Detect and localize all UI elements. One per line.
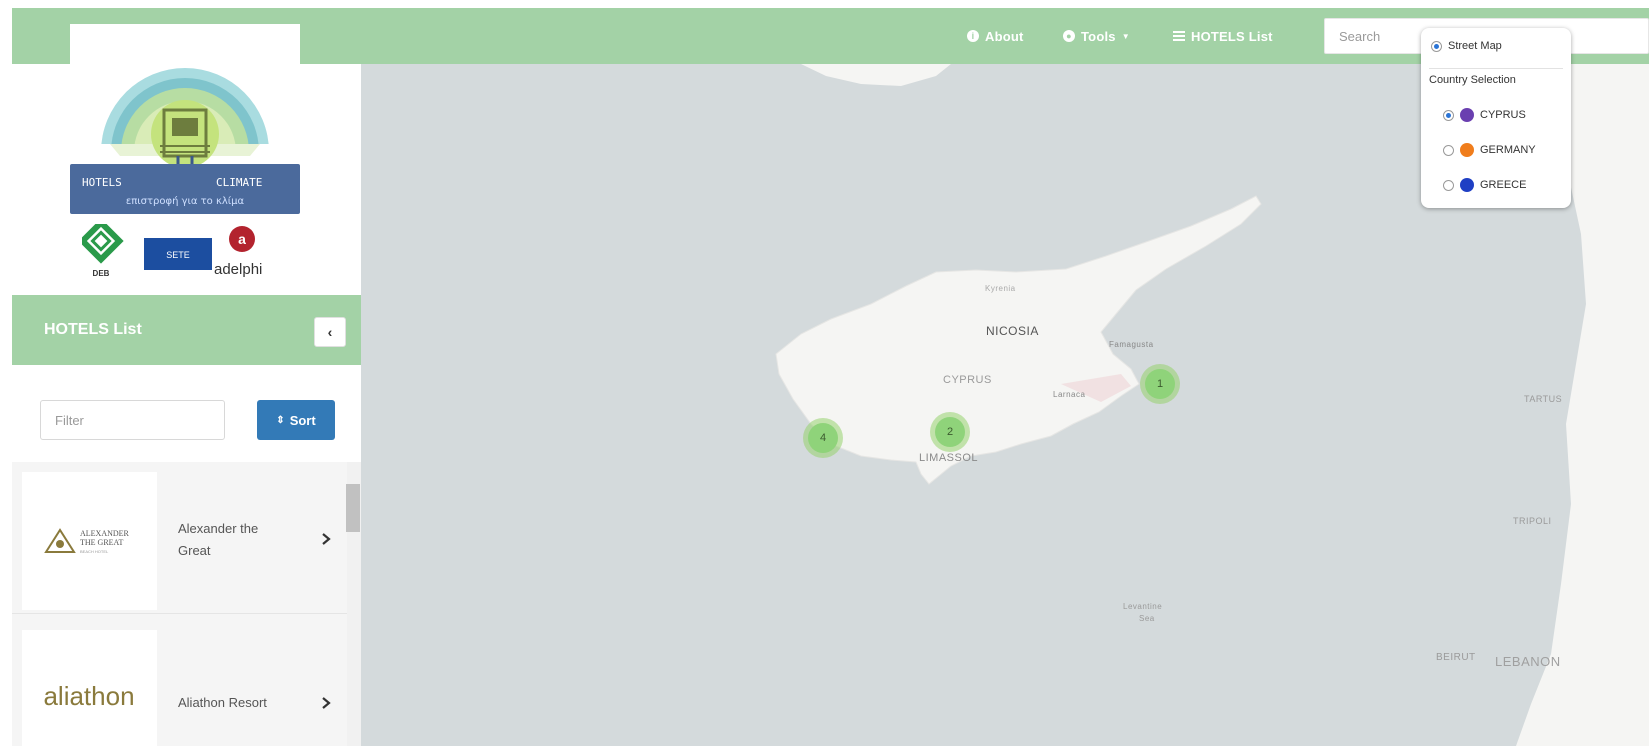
hotel-name: Aliathon Resort [178, 695, 267, 710]
nav-hotels-list[interactable]: HOTELS List [1173, 26, 1273, 46]
nav-about[interactable]: i About [967, 26, 1024, 46]
map-label-cyprus: CYPRUS [943, 374, 992, 386]
chevron-right-icon [322, 533, 331, 545]
hotel-list-scroll-thumb[interactable] [346, 484, 360, 532]
sort-button[interactable]: ⇕ Sort [257, 400, 335, 440]
country-label: GERMANY [1480, 144, 1536, 156]
greece-swatch [1460, 178, 1474, 192]
country-label: CYPRUS [1480, 109, 1526, 121]
caret-down-icon: ▼ [1121, 31, 1130, 41]
alexander-logo-line2: THE GREAT [80, 538, 123, 547]
sidebar-header: HOTELS List ‹ [12, 295, 361, 365]
map-label-famagusta: Famagusta [1109, 340, 1154, 349]
aliathon-logo-text: aliathon [43, 681, 134, 711]
country-option-greece[interactable]: GREECE [1443, 178, 1526, 192]
adelphi-label: adelphi [214, 261, 262, 278]
layer-control: Street Map Country Selection CYPRUS GERM… [1421, 28, 1571, 208]
cluster-count: 2 [935, 417, 965, 447]
collapse-sidebar-button[interactable]: ‹ [314, 317, 346, 347]
map-label-kyrenia: Kyrenia [985, 284, 1016, 293]
adelphi-logo: a adelphi [214, 226, 262, 278]
radio-street-map[interactable] [1431, 40, 1442, 52]
map-label-levantine-sea: Levantine [1123, 602, 1163, 611]
map-label-lebanon: LEBANON [1495, 654, 1561, 669]
list-icon [1173, 31, 1185, 41]
country-selection-label: Country Selection [1429, 74, 1516, 86]
nav-tools-label: Tools [1081, 28, 1116, 44]
layer-divider [1429, 68, 1563, 69]
hotel-list: ALEXANDER THE GREAT BEACH HOTEL Alexande… [12, 462, 361, 746]
street-map-option[interactable]: Street Map [1431, 40, 1502, 52]
sort-icon: ⇕ [276, 414, 285, 426]
logo-name-right: CLIMATE [216, 176, 262, 189]
street-map-label: Street Map [1448, 40, 1502, 52]
logo-tagline: επιστροφή για το κλίμα [126, 195, 245, 207]
map-label-tripoli: TRIPOLI [1513, 516, 1552, 526]
cluster-count: 4 [808, 423, 838, 453]
filter-input[interactable] [40, 400, 225, 440]
logo-name-left: HOTELS [82, 176, 122, 189]
sete-label: SETE [166, 250, 190, 260]
partner-logos: DEB SETE a adelphi [78, 218, 302, 284]
cyprus-swatch [1460, 108, 1474, 122]
chevron-right-icon [322, 697, 331, 709]
hotels-climate-logo: HOTELS CLIMATE επιστροφή για το κλίμα [70, 24, 300, 216]
map-label-larnaca: Larnaca [1053, 390, 1086, 399]
nav-hotels-list-label: HOTELS List [1191, 28, 1273, 44]
map-label-nicosia: NICOSIA [986, 324, 1039, 338]
country-label: GREECE [1480, 179, 1527, 191]
country-option-germany[interactable]: GERMANY [1443, 143, 1536, 157]
country-selection-heading: Country Selection [1429, 74, 1516, 86]
map-label-tartus: TARTUS [1524, 394, 1563, 404]
alexander-logo-line1: ALEXANDER [80, 529, 130, 538]
sort-label: Sort [289, 412, 316, 428]
germany-swatch [1460, 143, 1474, 157]
nav-about-label: About [985, 28, 1024, 44]
chevron-left-icon: ‹ [327, 324, 333, 340]
hotel-name: Alexander the Great [178, 521, 259, 558]
hotel-logo-aliathon: aliathon [22, 630, 157, 746]
map-label-limassol: LIMASSOL [919, 452, 979, 464]
marker-cluster[interactable]: 1 [1140, 364, 1180, 404]
country-option-cyprus[interactable]: CYPRUS [1443, 108, 1526, 122]
deb-logo: DEB [78, 218, 124, 278]
map-label-levantine-sea-2: Sea [1139, 614, 1155, 623]
hotel-list-item[interactable]: aliathon Aliathon Resort [12, 620, 347, 746]
hotel-logo-alexander: ALEXANDER THE GREAT BEACH HOTEL [22, 472, 157, 610]
sete-logo: SETE [144, 238, 212, 270]
radio-germany[interactable] [1443, 144, 1454, 156]
radio-greece[interactable] [1443, 179, 1454, 191]
sidebar: HOTELS CLIMATE επιστροφή για το κλίμα DE… [12, 24, 361, 746]
map-label-beirut: BEIRUT [1436, 652, 1476, 663]
nav-tools-dropdown[interactable]: ● Tools ▼ [1063, 26, 1130, 46]
marker-cluster[interactable]: 4 [803, 418, 843, 458]
alexander-logo-line3: BEACH HOTEL [80, 549, 109, 554]
sidebar-title: HOTELS List [44, 321, 142, 338]
radio-cyprus[interactable] [1443, 109, 1454, 121]
svg-text:a: a [238, 231, 246, 247]
deb-label: DEB [93, 269, 110, 278]
marker-cluster[interactable]: 2 [930, 412, 970, 452]
app-frame: i About ● Tools ▼ HOTELS List Search HOT… [12, 8, 1649, 746]
globe-icon: ● [1063, 30, 1075, 42]
hotel-list-item[interactable]: ALEXANDER THE GREAT BEACH HOTEL Alexande… [12, 462, 347, 614]
cluster-count: 1 [1145, 369, 1175, 399]
info-icon: i [967, 30, 979, 42]
